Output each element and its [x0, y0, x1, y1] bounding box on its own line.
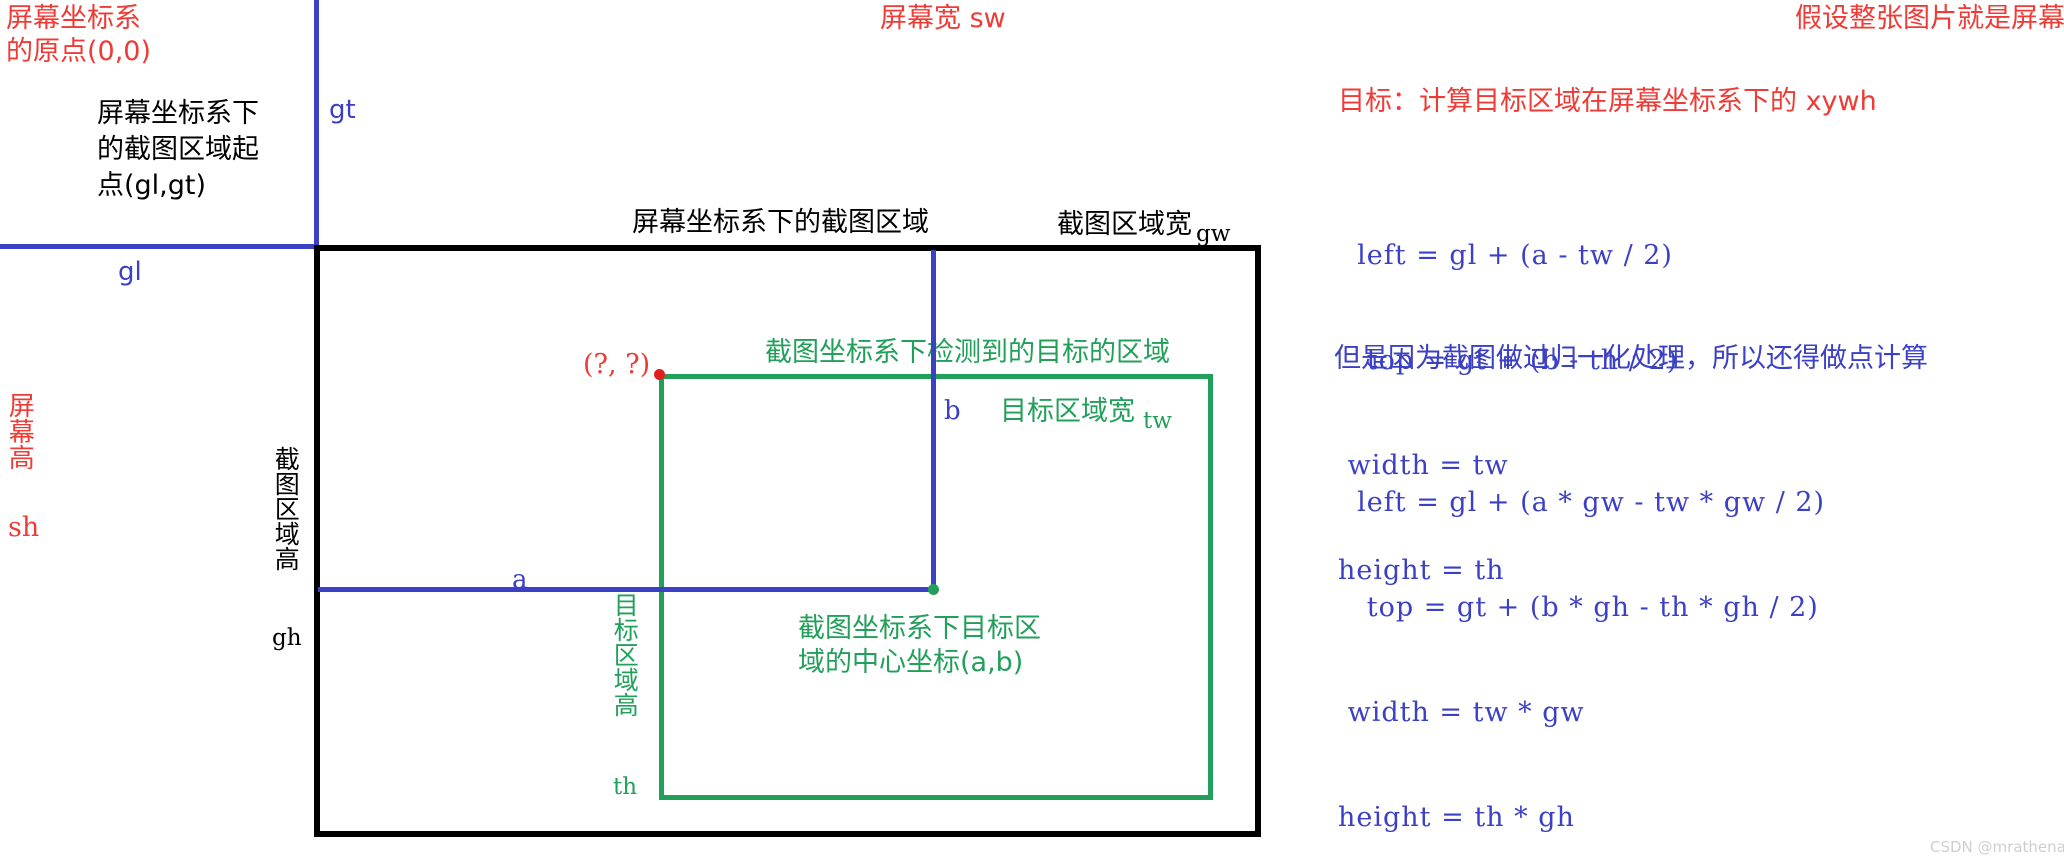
normalization-note-label: 但是因为截图做过归一化处理，所以还得做点计算: [1334, 343, 1928, 374]
formula-line: height = th * gh: [1338, 802, 1575, 833]
center-coordinate-label: 截图坐标系下目标区 域的中心坐标(a,b): [798, 613, 1041, 678]
gl-label: gl: [118, 257, 142, 287]
b-measure-line: [931, 250, 936, 590]
gl-axis-line: [0, 244, 316, 249]
target-center-dot: [928, 584, 939, 595]
screen-width-label: 屏幕宽 sw: [880, 3, 1006, 34]
target-height-sub-label: th: [613, 774, 638, 800]
diagram-canvas: 屏幕坐标系 的原点(0,0) 屏幕宽 sw 假设整张图片就是屏幕 屏幕坐标系下 …: [0, 0, 2064, 864]
target-width-sub-label: tw: [1143, 408, 1172, 434]
b-label: b: [944, 396, 961, 426]
formula-line: width = tw * gw: [1338, 697, 1585, 728]
shot-origin-label: 屏幕坐标系下 的截图区域起 点(gl,gt): [97, 98, 259, 201]
assume-note-label: 假设整张图片就是屏幕: [1795, 3, 2064, 34]
formula-block-2: left = gl + (a * gw - tw * gw / 2) top =…: [1338, 415, 1825, 864]
formula-line: left = gl + (a - tw / 2): [1338, 240, 1673, 271]
goal-title-label: 目标：计算目标区域在屏幕坐标系下的 xywh: [1338, 86, 1877, 117]
gt-label: gt: [329, 95, 356, 125]
shot-region-height-sub-label: gh: [272, 625, 302, 651]
shot-region-width-label: 截图区域宽: [1057, 209, 1192, 240]
unknown-point-dot: [654, 369, 665, 380]
shot-region-title-label: 屏幕坐标系下的截图区域: [632, 207, 929, 238]
target-height-label: 目标区域高: [610, 592, 640, 717]
shot-region-width-sub-label: gw: [1196, 221, 1231, 247]
target-width-label: 目标区域宽: [1000, 396, 1135, 427]
detected-region-label: 截图坐标系下检测到的目标的区域: [765, 337, 1170, 368]
gt-axis-line: [314, 0, 319, 245]
a-label: a: [512, 565, 528, 595]
formula-line: left = gl + (a * gw - tw * gw / 2): [1338, 487, 1826, 518]
watermark-label: CSDN @mrathena: [1930, 838, 2064, 856]
formula-line: top = gt + (b * gh - th * gh / 2): [1338, 592, 1819, 623]
screen-height-sub-label: sh: [8, 512, 40, 543]
screen-height-label: 屏幕高: [4, 392, 35, 470]
unknown-point-label: (?, ?): [583, 349, 651, 380]
shot-region-height-label: 截图区域高: [271, 446, 301, 571]
screen-origin-label: 屏幕坐标系 的原点(0,0): [6, 3, 152, 67]
